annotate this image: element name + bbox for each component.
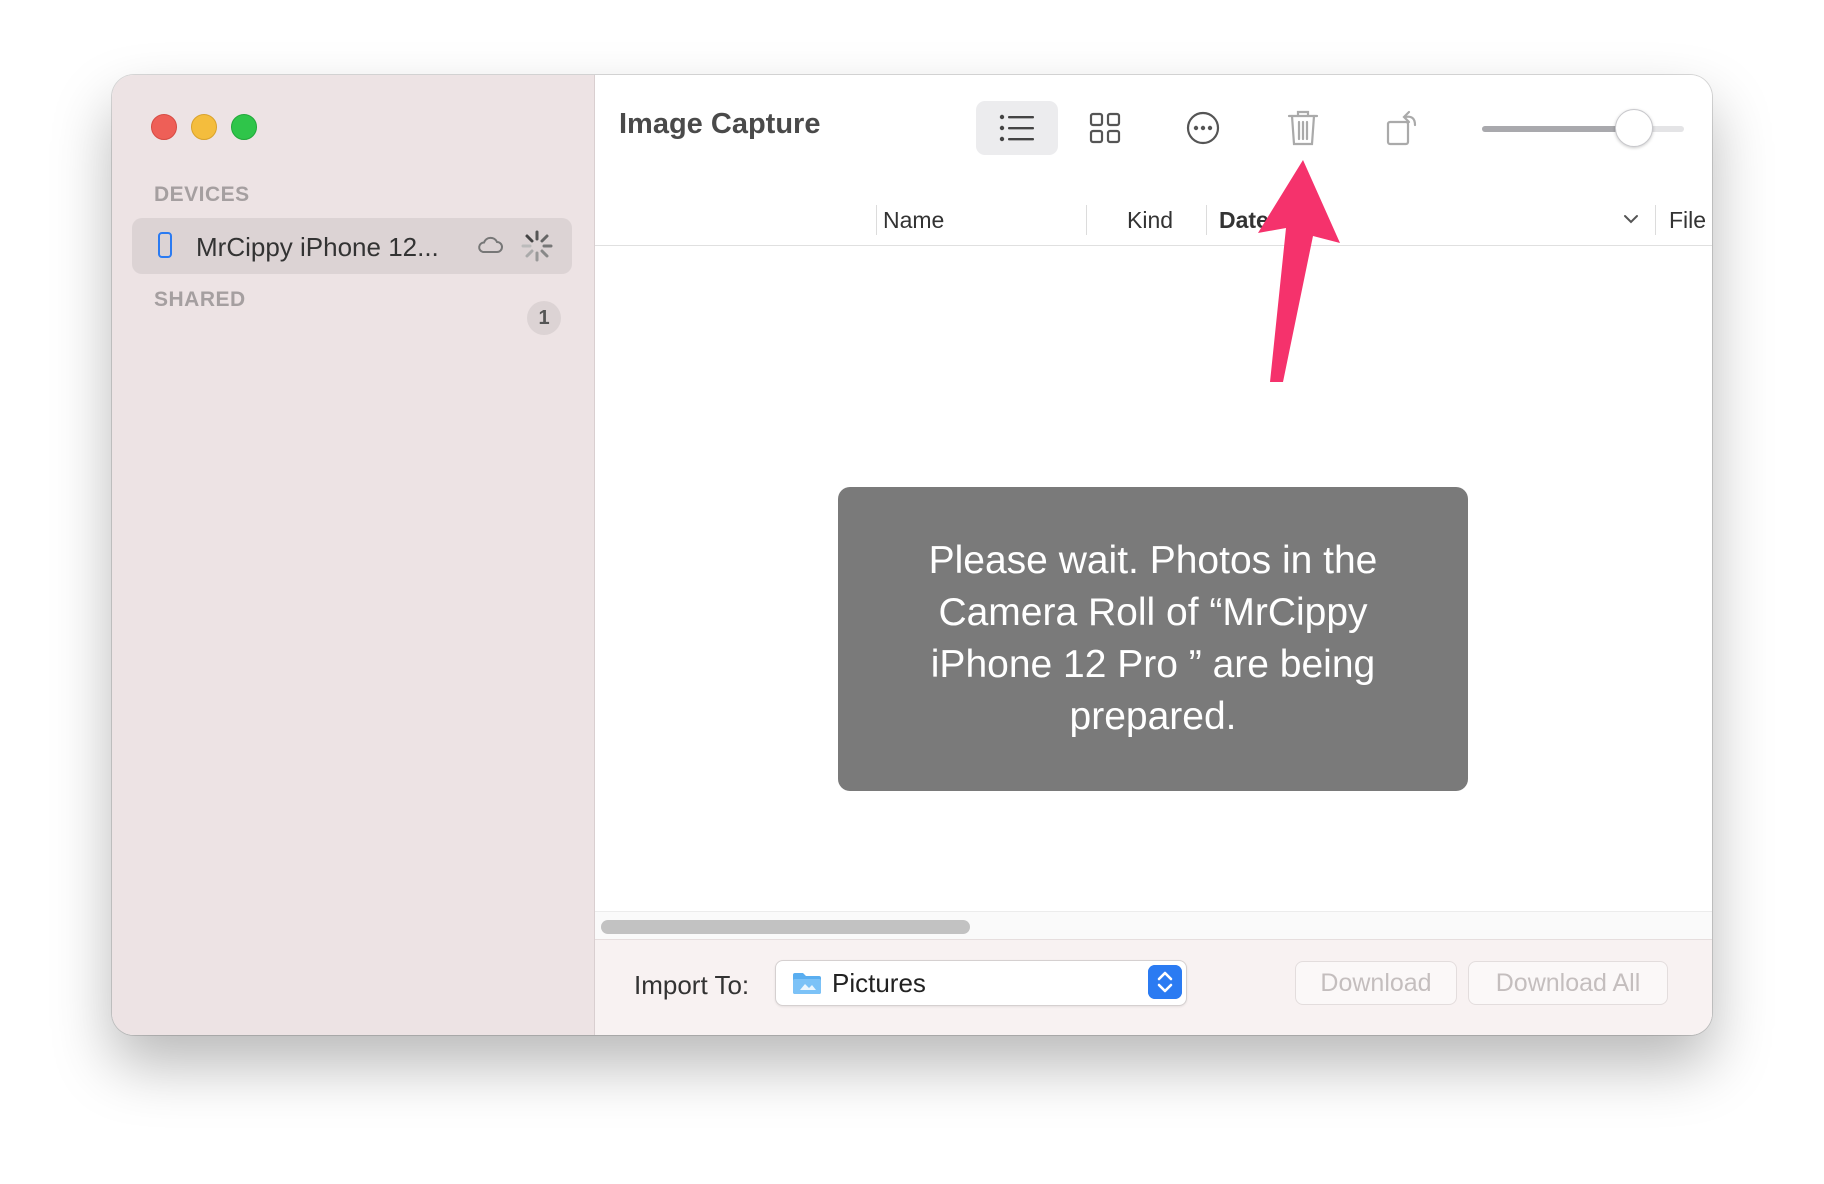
- column-divider: [1655, 205, 1656, 235]
- zoom-slider-fill: [1482, 126, 1634, 132]
- grid-view-icon: [1089, 112, 1121, 144]
- devices-section-label: DEVICES: [154, 183, 250, 206]
- minimize-window-button[interactable]: [191, 114, 217, 140]
- download-all-button[interactable]: Download All: [1468, 961, 1668, 1005]
- rotate-button[interactable]: [1373, 101, 1433, 155]
- rotate-icon: [1386, 110, 1417, 146]
- shared-section-label: SHARED: [154, 288, 246, 311]
- grid-view-button[interactable]: [1075, 101, 1135, 155]
- more-options-icon: [1186, 111, 1220, 145]
- main-content: Image Capture Name Kind Date File Please…: [595, 75, 1712, 1035]
- list-view-icon: [999, 114, 1034, 142]
- folder-icon: [793, 973, 821, 994]
- column-divider: [1206, 205, 1207, 235]
- column-divider: [1086, 205, 1087, 235]
- zoom-slider-knob[interactable]: [1614, 109, 1653, 147]
- loading-message: Please wait. Photos in the Camera Roll o…: [928, 539, 1378, 738]
- spinner-icon: [521, 230, 553, 262]
- import-to-label: Import To:: [634, 970, 750, 1000]
- horizontal-scrollbar-thumb[interactable]: [601, 920, 970, 934]
- download-button[interactable]: Download: [1295, 961, 1457, 1005]
- device-name: MrCippy iPhone 12...: [196, 232, 439, 262]
- image-capture-window: DEVICES MrCippy iPhone 12... SHARED 1 Im…: [112, 75, 1712, 1035]
- column-divider: [876, 205, 877, 235]
- horizontal-scrollbar[interactable]: [595, 911, 1712, 940]
- cloud-icon: [478, 236, 503, 253]
- delete-button[interactable]: [1273, 101, 1333, 155]
- sidebar-item-device[interactable]: MrCippy iPhone 12...: [132, 218, 572, 274]
- more-options-button[interactable]: [1173, 101, 1233, 155]
- loading-overlay: Please wait. Photos in the Camera Roll o…: [838, 487, 1468, 791]
- zoom-slider[interactable]: [1482, 109, 1684, 147]
- column-header-file-size[interactable]: File S: [1669, 207, 1712, 234]
- up-down-chevron-icon: [1148, 965, 1182, 999]
- column-header-name[interactable]: Name: [883, 207, 944, 234]
- shared-count-badge: 1: [527, 301, 561, 335]
- chevron-down-icon: [1624, 215, 1638, 224]
- iphone-icon: [158, 232, 172, 258]
- maximize-window-button[interactable]: [231, 114, 257, 140]
- list-view-button[interactable]: [976, 101, 1058, 155]
- column-header-kind[interactable]: Kind: [1127, 207, 1173, 234]
- trash-icon: [1287, 110, 1319, 146]
- close-window-button[interactable]: [151, 114, 177, 140]
- column-header-date[interactable]: Date: [1219, 207, 1269, 234]
- import-destination-select[interactable]: Pictures: [775, 960, 1187, 1006]
- import-destination-value: Pictures: [832, 968, 926, 998]
- app-title: Image Capture: [619, 108, 821, 140]
- column-header-row: Name Kind Date File S: [595, 193, 1712, 246]
- bottom-bar: Import To: Pictures Download Download Al…: [595, 939, 1712, 1035]
- sidebar: DEVICES MrCippy iPhone 12... SHARED 1: [112, 75, 595, 1035]
